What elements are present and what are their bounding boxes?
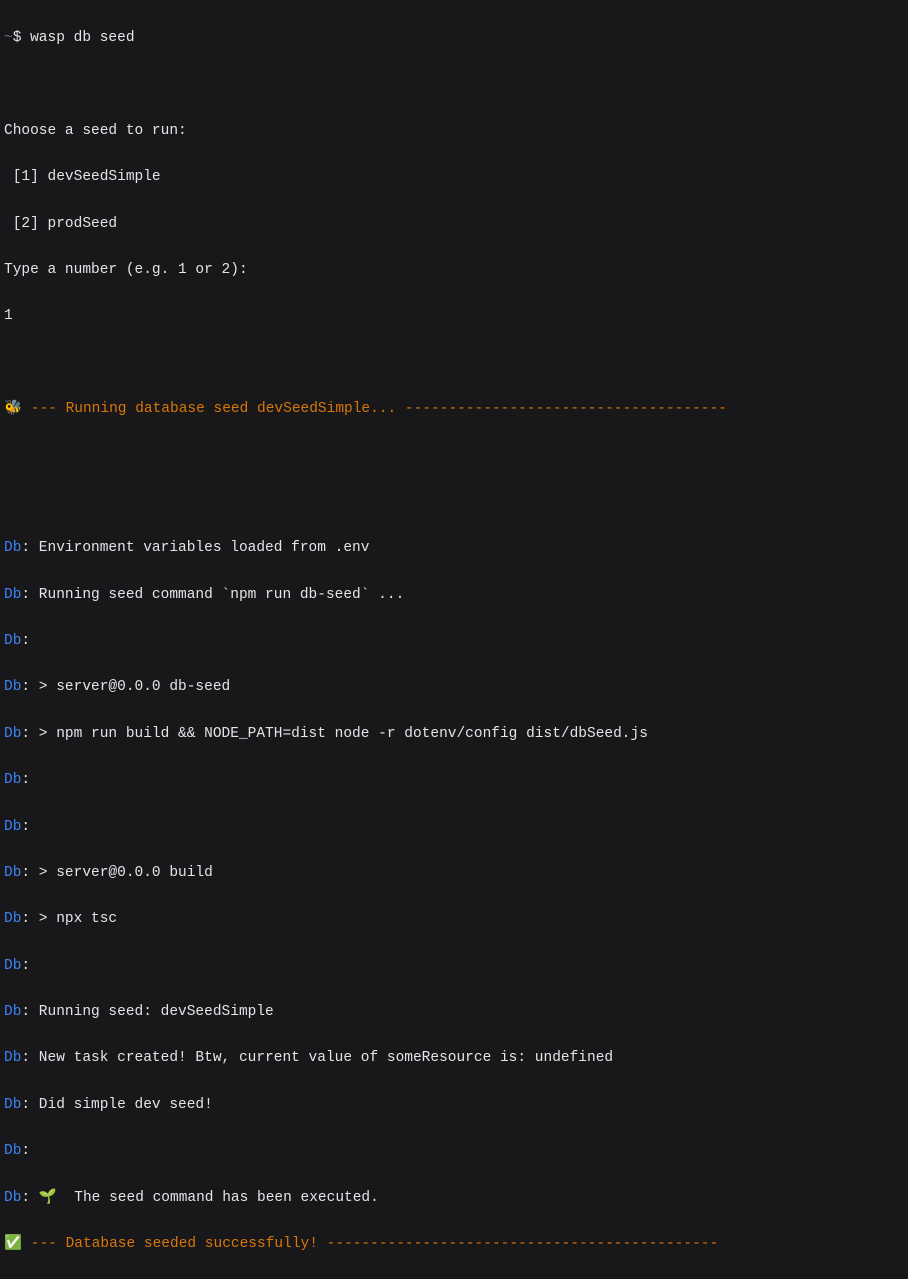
- seed-option-2: [2] prodSeed: [0, 213, 908, 236]
- command-text: wasp db seed: [30, 30, 134, 46]
- prompt-line: ~$ wasp db seed: [0, 27, 908, 50]
- db-label: Db: [4, 911, 21, 927]
- db-text: The seed command has been executed.: [66, 1190, 379, 1206]
- db-line: Db: Running seed: devSeedSimple: [0, 1001, 908, 1024]
- blank-line: [0, 491, 908, 514]
- running-banner: 🐝 --- Running database seed devSeedSimpl…: [0, 398, 908, 421]
- db-line: Db: > server@0.0.0 db-seed: [0, 676, 908, 699]
- type-number-prompt: Type a number (e.g. 1 or 2):: [0, 259, 908, 282]
- db-label: Db: [4, 1143, 21, 1159]
- dashes-left: ---: [22, 1236, 66, 1252]
- blank-line: [0, 445, 908, 468]
- db-label: Db: [4, 865, 21, 881]
- choose-header: Choose a seed to run:: [0, 120, 908, 143]
- bee-icon: 🐝: [4, 401, 22, 417]
- db-line: Db: > npx tsc: [0, 908, 908, 931]
- db-line: Db:: [0, 769, 908, 792]
- db-line: Db: 🌱 The seed command has been executed…: [0, 1187, 908, 1210]
- db-label: Db: [4, 1190, 21, 1206]
- db-line: Db:: [0, 816, 908, 839]
- db-label: Db: [4, 587, 21, 603]
- blank-line: [0, 74, 908, 97]
- terminal-output[interactable]: ~$ wasp db seed Choose a seed to run: [1…: [0, 4, 908, 1279]
- prompt-tilde: ~: [4, 30, 13, 46]
- blank-line: [0, 352, 908, 375]
- checkmark-icon: ✅: [4, 1236, 22, 1252]
- db-label: Db: [4, 772, 21, 788]
- db-line: Db:: [0, 630, 908, 653]
- db-text: > server@0.0.0 db-seed: [30, 679, 230, 695]
- db-line: Db: Did simple dev seed!: [0, 1094, 908, 1117]
- db-text: Environment variables loaded from .env: [30, 540, 369, 556]
- db-label: Db: [4, 726, 21, 742]
- success-banner: ✅ --- Database seeded successfully! ----…: [0, 1233, 908, 1256]
- dashes-right: ----------------------------------------…: [318, 1236, 718, 1252]
- db-text: > npx tsc: [30, 911, 117, 927]
- db-label: Db: [4, 1097, 21, 1113]
- dashes-left: ---: [22, 401, 66, 417]
- seedling-icon: 🌱: [30, 1190, 65, 1206]
- seed-option-1: [1] devSeedSimple: [0, 166, 908, 189]
- db-text: Did simple dev seed!: [30, 1097, 213, 1113]
- success-text: Database seeded successfully!: [66, 1236, 318, 1252]
- user-input: 1: [0, 305, 908, 328]
- db-label: Db: [4, 1050, 21, 1066]
- prompt-dollar: $: [13, 30, 22, 46]
- db-text: Running seed: devSeedSimple: [30, 1004, 274, 1020]
- running-text: Running database seed devSeedSimple...: [66, 401, 397, 417]
- db-line: Db:: [0, 955, 908, 978]
- db-text: > npm run build && NODE_PATH=dist node -…: [30, 726, 648, 742]
- db-line: Db: > npm run build && NODE_PATH=dist no…: [0, 723, 908, 746]
- dashes-right: -------------------------------------: [396, 401, 727, 417]
- db-text: Running seed command `npm run db-seed` .…: [30, 587, 404, 603]
- db-label: Db: [4, 819, 21, 835]
- db-text: > server@0.0.0 build: [30, 865, 213, 881]
- db-line: Db: New task created! Btw, current value…: [0, 1047, 908, 1070]
- db-text: New task created! Btw, current value of …: [30, 1050, 613, 1066]
- db-line: Db: Running seed command `npm run db-see…: [0, 584, 908, 607]
- db-line: Db: > server@0.0.0 build: [0, 862, 908, 885]
- db-label: Db: [4, 958, 21, 974]
- db-label: Db: [4, 679, 21, 695]
- db-label: Db: [4, 633, 21, 649]
- db-line: Db:: [0, 1140, 908, 1163]
- db-line: Db: Environment variables loaded from .e…: [0, 537, 908, 560]
- db-label: Db: [4, 540, 21, 556]
- db-label: Db: [4, 1004, 21, 1020]
